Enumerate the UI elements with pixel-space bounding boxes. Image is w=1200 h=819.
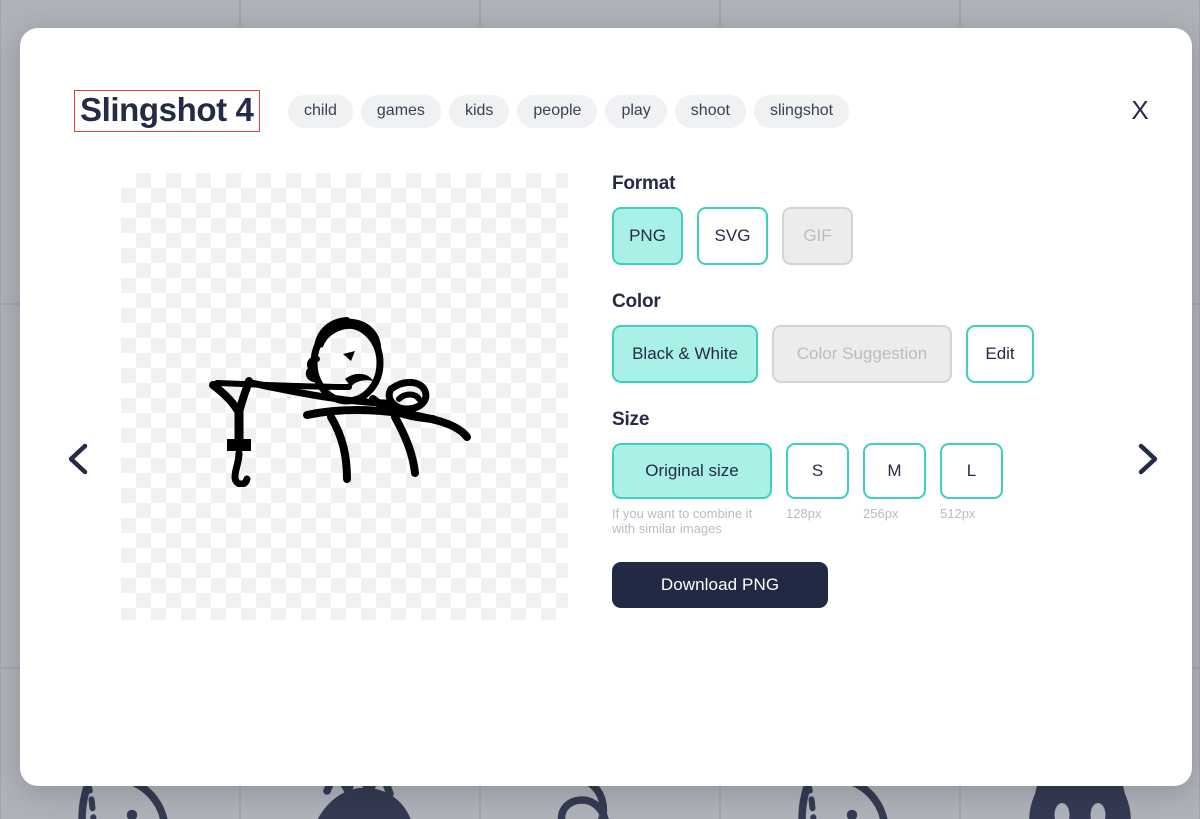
size-option-cell: M 256px <box>863 443 926 521</box>
close-button[interactable]: X <box>1118 88 1162 132</box>
size-option-cell: Original size If you want to combine it w… <box>612 443 772 536</box>
image-preview-pane <box>121 173 568 620</box>
size-group: Size Original size If you want to combine… <box>612 409 1152 536</box>
size-option-m[interactable]: M <box>863 443 926 499</box>
tag-list: child games kids people play shoot slingshot <box>288 95 850 128</box>
format-options: PNG SVG GIF <box>612 207 1152 265</box>
size-option-cell: S 128px <box>786 443 849 521</box>
download-button-label: Download PNG <box>660 575 780 594</box>
size-option-caption: 512px <box>940 506 976 521</box>
tag-chip[interactable]: child <box>288 95 353 128</box>
color-group: Color Black & White Color Suggestion Edit <box>612 291 1152 383</box>
format-option-svg[interactable]: SVG <box>697 207 768 265</box>
download-button[interactable]: Download PNG <box>612 562 828 608</box>
tag-chip[interactable]: shoot <box>674 95 746 128</box>
color-options: Black & White Color Suggestion Edit <box>612 325 1152 383</box>
format-option-gif: GIF <box>782 207 853 265</box>
size-option-caption: 256px <box>863 506 899 521</box>
color-option-edit[interactable]: Edit <box>966 325 1034 383</box>
chevron-right-icon <box>1133 441 1163 477</box>
tag-chip[interactable]: slingshot <box>753 95 850 128</box>
format-option-png[interactable]: PNG <box>612 207 683 265</box>
color-option-color-suggestion: Color Suggestion <box>772 325 952 383</box>
size-option-l[interactable]: L <box>940 443 1003 499</box>
modal-header: Slingshot 4 child games kids people play shoo… <box>20 28 1192 138</box>
size-option-cell: L 512px <box>940 443 1003 521</box>
format-label: Format <box>612 173 676 194</box>
size-option-s[interactable]: S <box>786 443 849 499</box>
chevron-left-icon <box>63 441 93 477</box>
size-option-caption: 128px <box>786 506 822 521</box>
size-label: Size <box>612 409 650 430</box>
page-title: Slingshot 4 <box>80 91 254 128</box>
color-option-black-white[interactable]: Black & White <box>612 325 758 383</box>
tag-chip[interactable]: games <box>360 95 441 128</box>
size-option-caption: If you want to combine it with similar i… <box>612 506 753 536</box>
download-options-panel: Format PNG SVG GIF Color Black & White Colo… <box>612 173 1152 608</box>
tag-chip[interactable]: kids <box>448 95 510 128</box>
format-group: Format PNG SVG GIF <box>612 173 1152 265</box>
size-options: Original size If you want to combine it w… <box>612 443 1152 536</box>
page-root: DownloadDownloadDownloadDownloadDownload… <box>0 0 1200 819</box>
preview-illustration <box>195 307 495 487</box>
image-detail-modal: Slingshot 4 child games kids people play shoo… <box>20 28 1192 786</box>
close-icon: X <box>1131 94 1149 125</box>
tag-chip[interactable]: people <box>517 95 598 128</box>
previous-image-button[interactable] <box>52 433 104 485</box>
color-label: Color <box>612 291 661 312</box>
size-option-original-size[interactable]: Original size <box>612 443 772 499</box>
tag-chip[interactable]: play <box>605 95 667 128</box>
page-title-highlight: Slingshot 4 <box>74 90 261 132</box>
next-image-button[interactable] <box>1122 433 1174 485</box>
